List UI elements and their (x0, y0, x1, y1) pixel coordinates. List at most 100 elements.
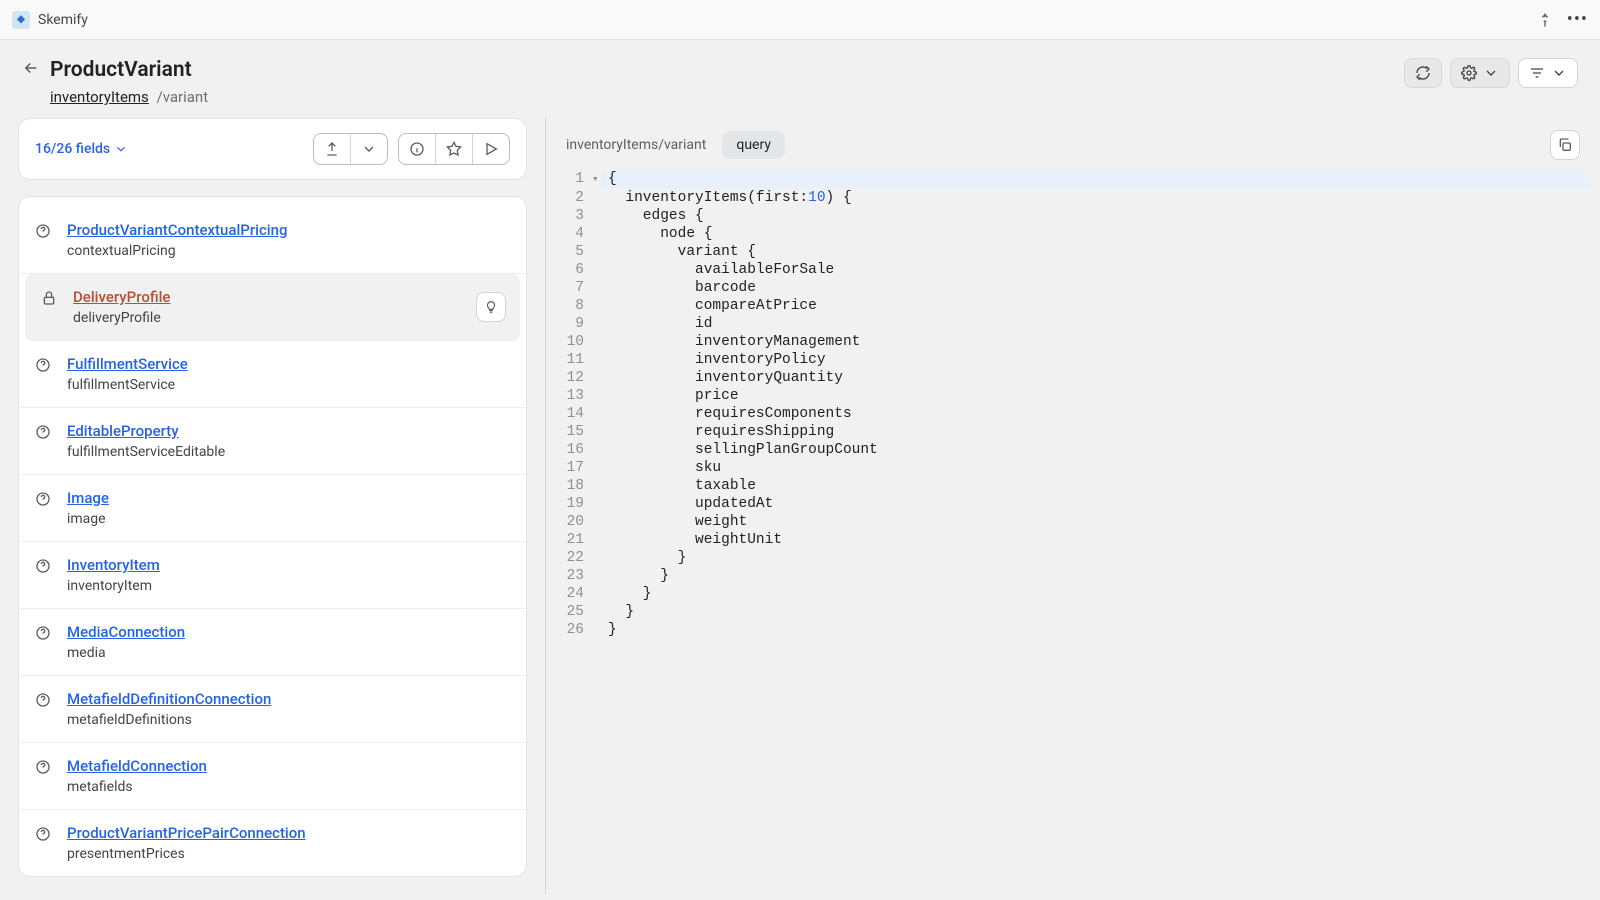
back-button[interactable] (22, 59, 40, 81)
app-name: Skemify (38, 12, 88, 28)
field-row[interactable]: FulfillmentServicefulfillmentService (19, 341, 526, 408)
star-button[interactable] (435, 134, 472, 164)
help-icon (35, 424, 53, 444)
fold-marker (592, 351, 602, 369)
line-number: 17 (558, 459, 592, 477)
line-number: 1 (558, 170, 592, 189)
field-row[interactable]: MetafieldDefinitionConnectionmetafieldDe… (19, 676, 526, 743)
fields-count-dropdown[interactable]: 16/26 fields (35, 141, 128, 157)
refresh-button[interactable] (1404, 58, 1442, 88)
fold-marker: ▾ (592, 170, 602, 189)
code-line: 8 compareAtPrice (558, 297, 1588, 315)
field-type-link[interactable]: MetafieldConnection (67, 757, 207, 775)
fold-marker (592, 225, 602, 243)
line-number: 2 (558, 189, 592, 207)
main: 16/26 fields (0, 118, 1600, 894)
field-row[interactable]: MetafieldConnectionmetafields (19, 743, 526, 810)
field-type-link[interactable]: Image (67, 489, 109, 507)
code-text: weight (602, 513, 1588, 531)
fields-count-label: 16/26 fields (35, 141, 110, 157)
fold-marker (592, 603, 602, 621)
code-text: sku (602, 459, 1588, 477)
code-line: 1▾{ (558, 170, 1588, 189)
copy-button[interactable] (1550, 130, 1580, 160)
field-type-link[interactable]: ProductVariantPricePairConnection (67, 824, 306, 842)
field-row[interactable]: EditableProperty fulfillmentServiceEditab… (19, 408, 526, 475)
code-line: 12 inventoryQuantity (558, 369, 1588, 387)
help-icon (35, 759, 53, 779)
field-type-link[interactable]: ProductVariantContextualPricing (67, 221, 287, 239)
help-icon (35, 826, 53, 846)
fold-marker (592, 189, 602, 207)
code-editor[interactable]: 1▾{2 inventoryItems(first:10) {3 edges {… (558, 164, 1588, 882)
field-type-link[interactable]: DeliveryProfile (73, 288, 170, 306)
field-type-link[interactable]: MetafieldDefinitionConnection (67, 690, 271, 708)
fold-marker (592, 207, 602, 225)
code-line: 14 requiresComponents (558, 405, 1588, 423)
code-line: 26} (558, 621, 1588, 639)
query-tab[interactable]: query (722, 131, 785, 159)
field-type-link[interactable]: MediaConnection (67, 623, 185, 641)
code-text: } (602, 621, 1588, 639)
line-number: 19 (558, 495, 592, 513)
hint-icon[interactable] (476, 292, 506, 322)
field-row[interactable]: Image image (19, 475, 526, 542)
line-number: 13 (558, 387, 592, 405)
export-button[interactable] (314, 134, 350, 164)
field-row[interactable]: MediaConnection media (19, 609, 526, 676)
filter-button[interactable] (1518, 58, 1578, 88)
fold-marker (592, 243, 602, 261)
code-text: edges { (602, 207, 1588, 225)
export-menu-button[interactable] (350, 134, 387, 164)
code-line: 3 edges { (558, 207, 1588, 225)
line-number: 22 (558, 549, 592, 567)
help-icon (35, 223, 53, 243)
field-type-link[interactable]: InventoryItem (67, 556, 160, 574)
code-text: barcode (602, 279, 1588, 297)
code-line: 21 weightUnit (558, 531, 1588, 549)
code-text: { (602, 170, 1588, 189)
help-icon (35, 491, 53, 511)
query-path-label: inventoryItems/variant (566, 137, 706, 153)
field-row[interactable]: ProductVariantPricePairConnectionpresent… (19, 810, 526, 876)
breadcrumb-link[interactable]: inventoryItems (50, 88, 149, 106)
code-text: updatedAt (602, 495, 1588, 513)
code-line: 22 } (558, 549, 1588, 567)
field-name-label: fulfillmentServiceEditable (67, 444, 225, 460)
fold-marker (592, 477, 602, 495)
code-line: 5 variant { (558, 243, 1588, 261)
line-number: 5 (558, 243, 592, 261)
help-icon (35, 558, 53, 578)
settings-button[interactable] (1450, 58, 1510, 88)
code-text: inventoryItems(first:10) { (602, 189, 1588, 207)
lock-icon (41, 290, 59, 310)
breadcrumb-suffix: /variant (153, 88, 208, 106)
code-line: 4 node { (558, 225, 1588, 243)
line-number: 7 (558, 279, 592, 297)
field-name-label: media (67, 645, 185, 661)
line-number: 6 (558, 261, 592, 279)
fold-marker (592, 513, 602, 531)
top-bar: ◆ Skemify ••• (0, 0, 1600, 40)
fold-marker (592, 567, 602, 585)
code-line: 13 price (558, 387, 1588, 405)
fold-marker (592, 387, 602, 405)
more-menu-icon[interactable]: ••• (1567, 9, 1588, 30)
fold-marker (592, 279, 602, 297)
run-button[interactable] (472, 134, 509, 164)
field-row[interactable]: DeliveryProfiledeliveryProfile (25, 274, 520, 341)
fold-marker (592, 531, 602, 549)
code-text: requiresComponents (602, 405, 1588, 423)
field-row[interactable]: InventoryIteminventoryItem (19, 542, 526, 609)
line-number: 9 (558, 315, 592, 333)
field-type-link[interactable]: EditableProperty (67, 422, 225, 440)
fold-marker (592, 549, 602, 567)
field-row[interactable]: ProductVariantContextualPricingcontextua… (19, 207, 526, 274)
code-line: 15 requiresShipping (558, 423, 1588, 441)
info-button[interactable] (399, 134, 435, 164)
field-name-label: image (67, 511, 109, 527)
field-type-link[interactable]: FulfillmentService (67, 355, 188, 373)
code-text: compareAtPrice (602, 297, 1588, 315)
fold-marker (592, 585, 602, 603)
pin-icon[interactable] (1537, 12, 1553, 28)
